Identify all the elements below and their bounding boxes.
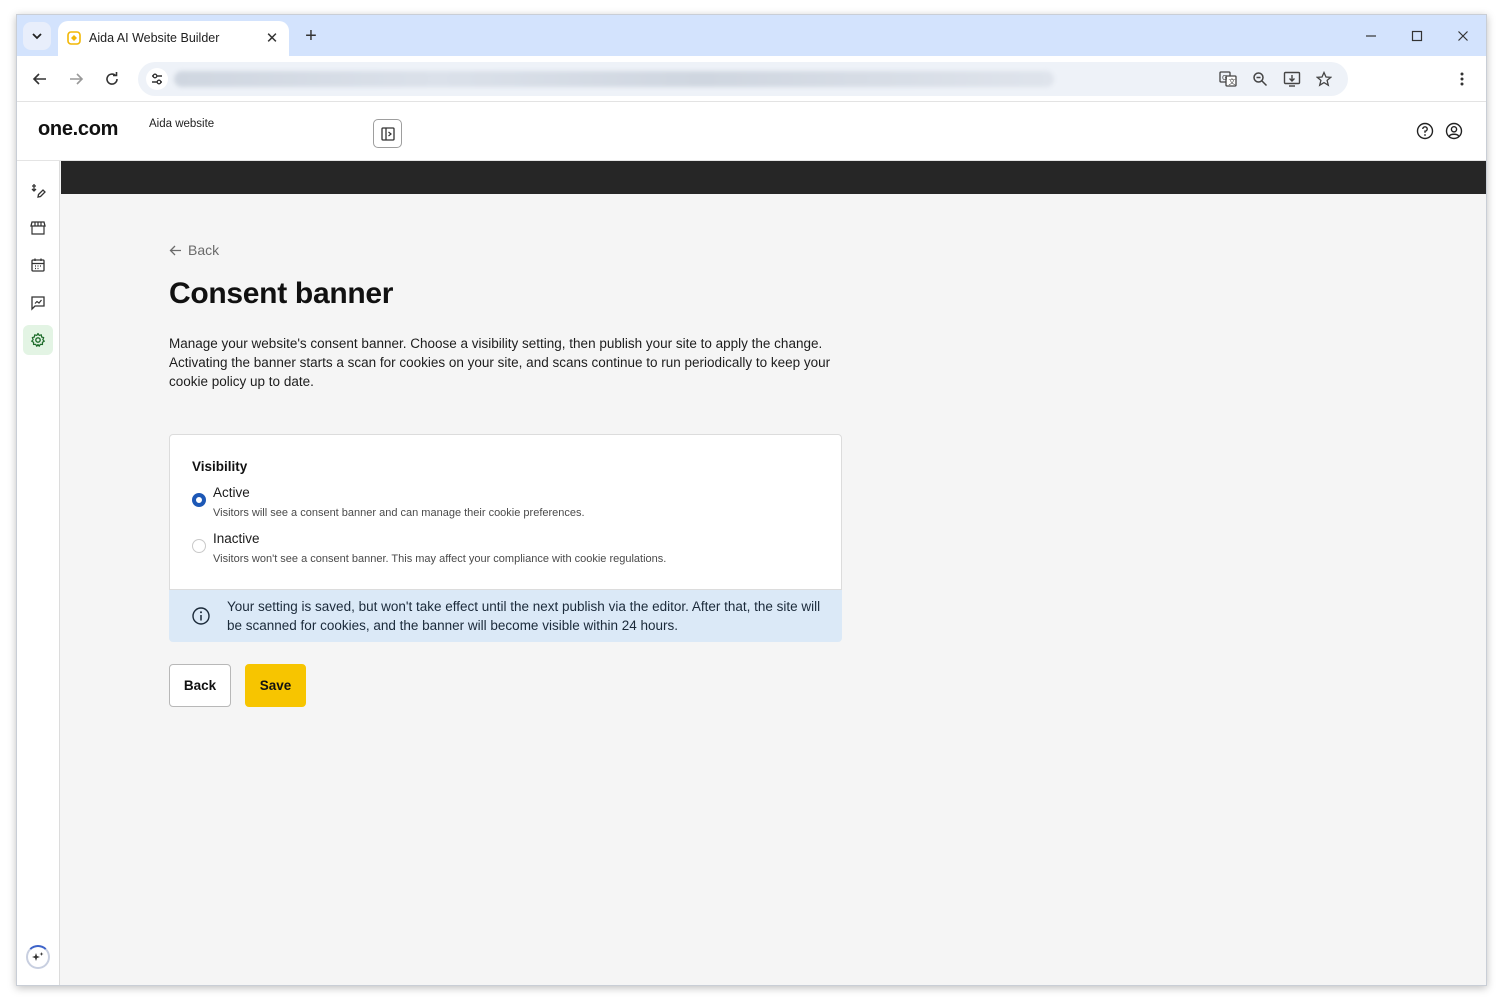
close-icon [1458, 31, 1468, 41]
panel-toggle-button[interactable] [373, 119, 402, 148]
zoom-button[interactable] [1248, 67, 1272, 91]
minimize-button[interactable] [1351, 23, 1391, 49]
reload-button[interactable] [98, 65, 126, 93]
store-icon [30, 221, 46, 235]
page-description: Manage your website's consent banner. Ch… [169, 336, 831, 389]
save-button[interactable]: Save [245, 664, 306, 707]
gear-icon [31, 332, 45, 347]
star-icon [1316, 71, 1332, 87]
sidebar-item-settings[interactable] [23, 325, 53, 355]
back-button[interactable]: Back [169, 664, 231, 707]
translate-icon: G文 [1219, 71, 1237, 87]
install-icon [1283, 71, 1301, 87]
help-icon [1416, 122, 1434, 140]
back-nav-button[interactable] [26, 65, 54, 93]
account-button[interactable] [1444, 121, 1464, 141]
help-button[interactable] [1415, 121, 1435, 141]
svg-text:文: 文 [1229, 77, 1236, 86]
radio-active-subtitle: Visitors will see a consent banner and c… [213, 507, 585, 519]
radio-inactive-title: Inactive [213, 531, 260, 546]
maximize-icon [1411, 30, 1423, 42]
tab-strip: Aida AI Website Builder ✕ + [17, 15, 1486, 56]
browser-menu-button[interactable] [1450, 65, 1474, 93]
bookmark-button[interactable] [1312, 67, 1336, 91]
svg-text:G: G [1222, 74, 1227, 82]
main-content: Back Consent banner Manage your website'… [61, 161, 1486, 985]
tab-search-button[interactable] [23, 22, 51, 50]
info-notice: Your setting is saved, but won't take ef… [169, 590, 842, 642]
tune-icon [152, 73, 162, 85]
visibility-label: Visibility [192, 459, 248, 474]
url-text-blurred [174, 71, 1054, 87]
close-window-button[interactable] [1443, 23, 1483, 49]
tab-title: Aida AI Website Builder [89, 31, 220, 45]
sparkle-icon [32, 952, 44, 961]
radio-active-title: Active [213, 485, 250, 500]
info-text: Your setting is saved, but won't take ef… [227, 599, 821, 633]
browser-window: Aida AI Website Builder ✕ + G 文 one.com … [16, 14, 1487, 986]
top-dark-bar [61, 161, 1486, 194]
visibility-card: Visibility Active Visitors will see a co… [169, 434, 842, 590]
one-com-logo[interactable]: one.com [38, 118, 118, 141]
sidebar-item-store[interactable] [23, 213, 53, 243]
translate-button[interactable]: G文 [1216, 67, 1240, 91]
zoom-icon [1253, 72, 1268, 87]
app-sidebar [17, 161, 60, 985]
edit-icon [31, 184, 46, 198]
forward-nav-button[interactable] [62, 65, 90, 93]
app-header: one.com Aida website [17, 102, 1486, 161]
back-link-label: Back [188, 242, 220, 258]
site-info-button[interactable] [146, 68, 168, 90]
radio-active[interactable] [192, 493, 206, 507]
browser-toolbar: G文 [17, 56, 1486, 102]
address-bar[interactable]: G文 [138, 62, 1348, 96]
arrow-right-icon [70, 73, 84, 85]
maximize-button[interactable] [1397, 23, 1437, 49]
page-title: Consent banner [169, 277, 394, 310]
more-vertical-icon [1460, 72, 1464, 86]
info-icon [192, 607, 210, 625]
active-tab[interactable]: Aida AI Website Builder ✕ [58, 21, 289, 56]
arrow-left-icon [32, 73, 46, 85]
close-tab-icon[interactable]: ✕ [263, 29, 281, 47]
analytics-icon [31, 296, 45, 311]
new-tab-button[interactable]: + [298, 23, 324, 49]
radio-inactive[interactable] [192, 539, 206, 553]
chevron-down-icon [32, 33, 42, 40]
radio-inactive-subtitle: Visitors won't see a consent banner. Thi… [213, 553, 667, 565]
reload-icon [106, 72, 118, 85]
back-link[interactable]: Back [169, 242, 219, 258]
aida-favicon-icon [67, 31, 81, 45]
sidebar-item-analytics[interactable] [23, 288, 53, 318]
ai-assistant-button[interactable] [26, 945, 50, 969]
sidebar-panel-icon [380, 126, 395, 141]
install-app-button[interactable] [1280, 67, 1304, 91]
minimize-icon [1366, 35, 1376, 37]
arrow-left-icon [169, 245, 181, 255]
user-icon [1445, 122, 1463, 140]
sidebar-item-edit[interactable] [23, 176, 53, 206]
calendar-icon [31, 258, 45, 272]
site-name: Aida website [149, 118, 215, 130]
sidebar-item-calendar[interactable] [23, 250, 53, 280]
